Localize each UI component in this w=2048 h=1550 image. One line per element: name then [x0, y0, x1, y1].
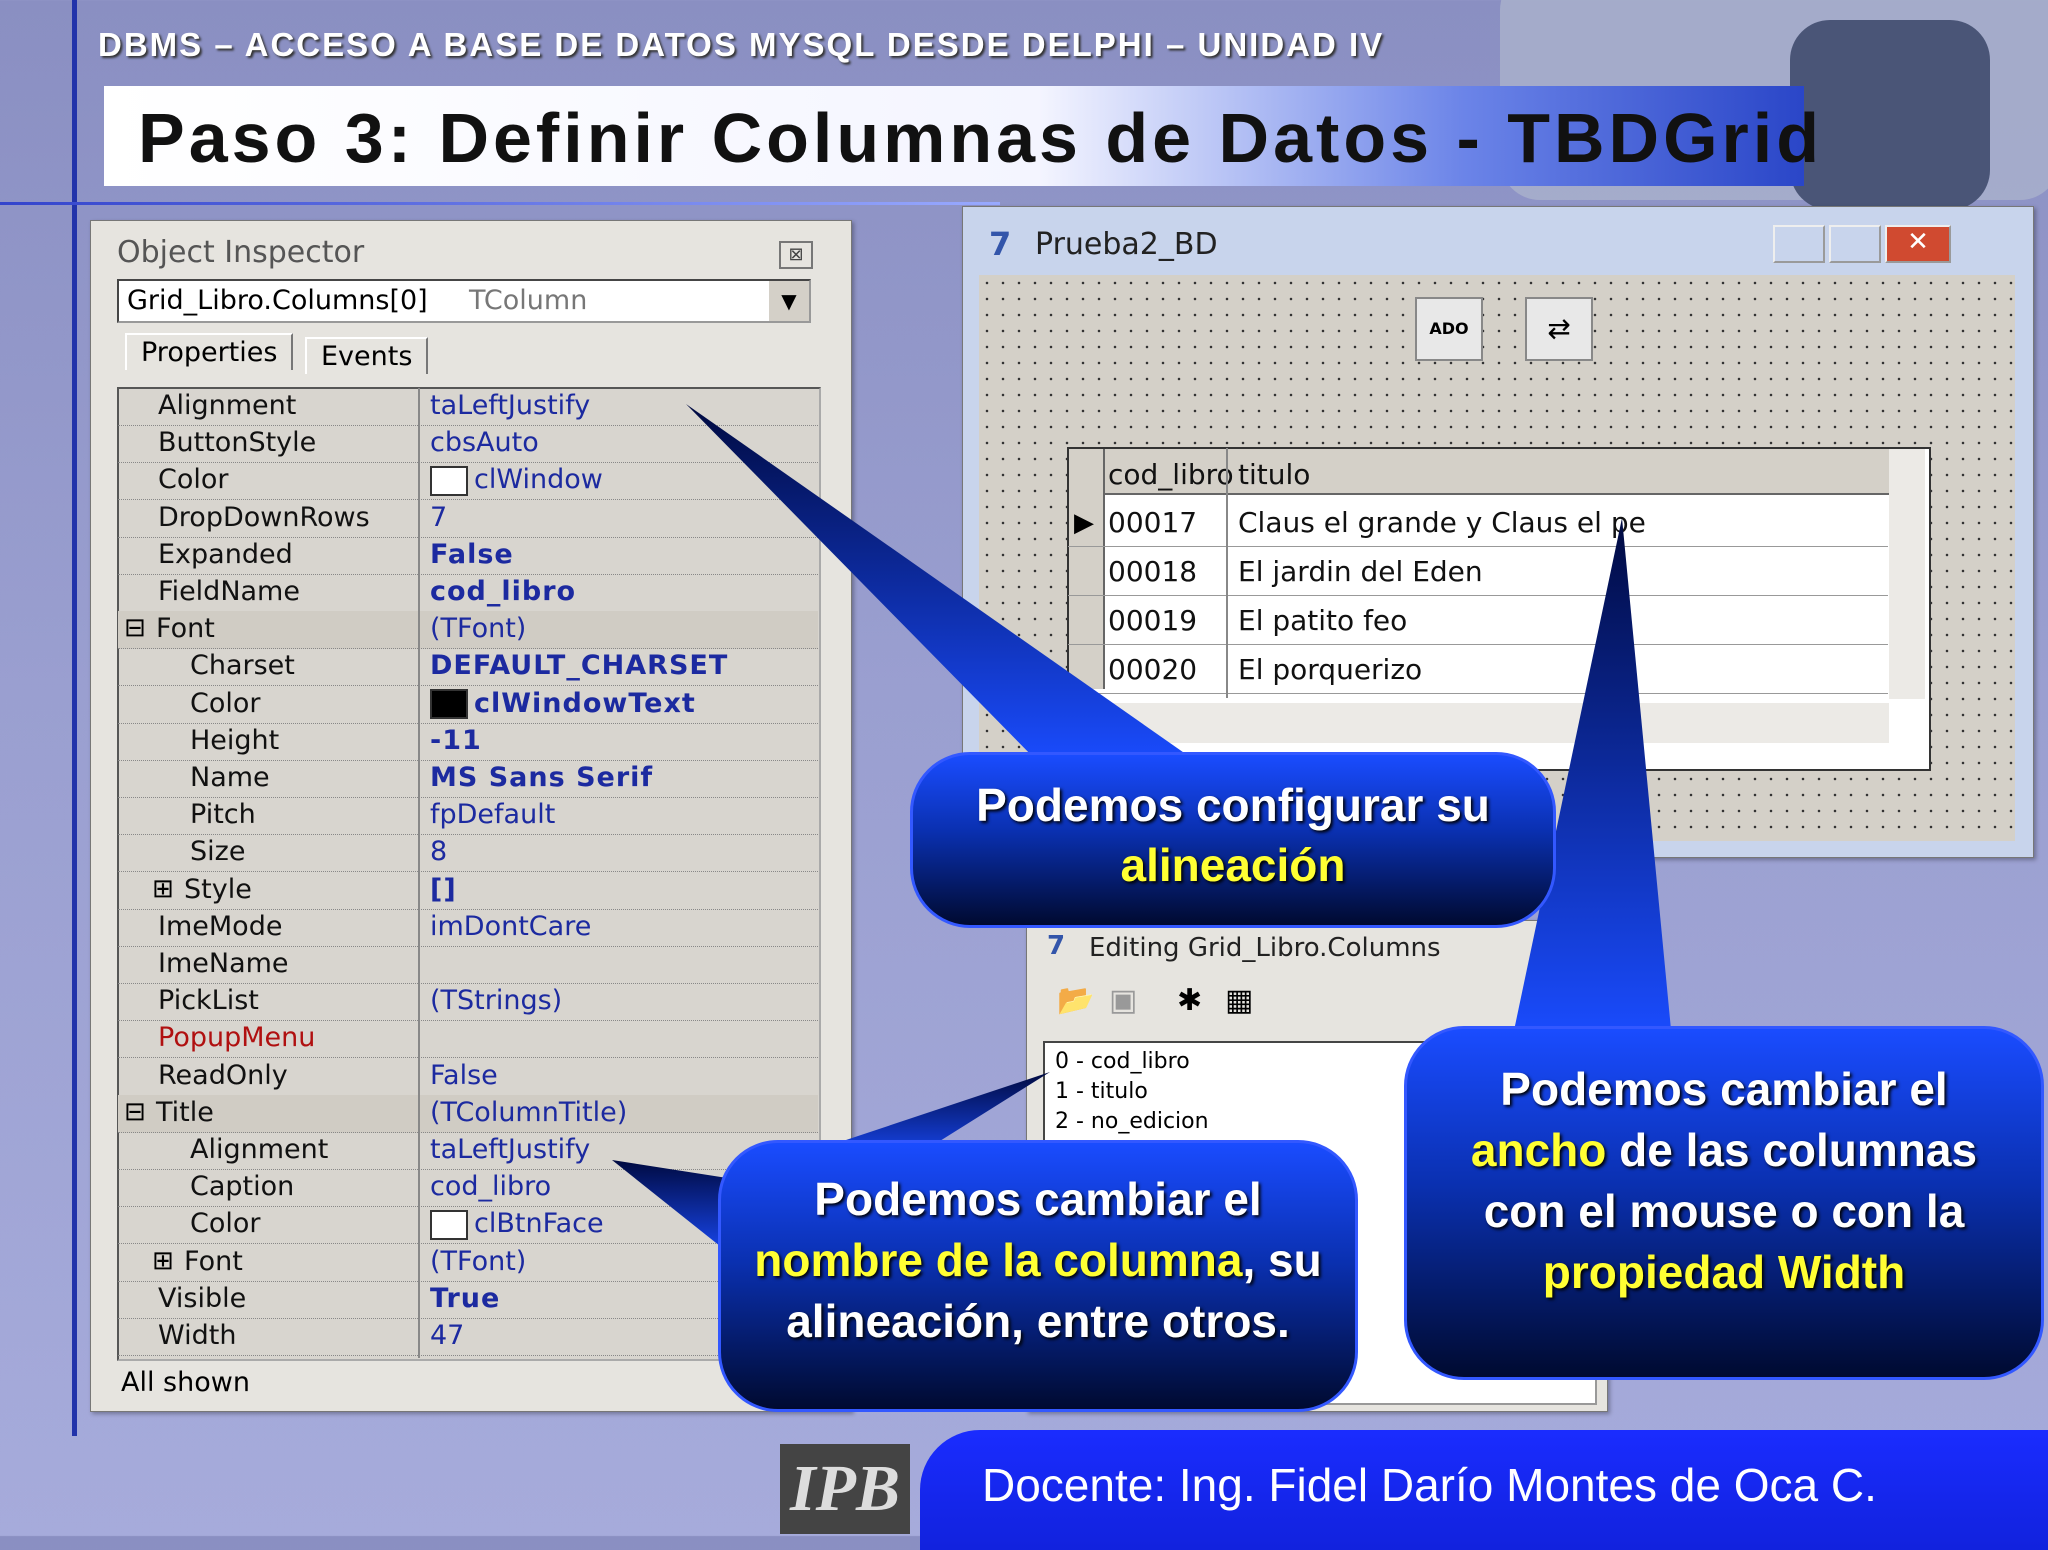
callout-highlight: nombre de la columna [754, 1234, 1243, 1286]
ipb-logo: IPB [780, 1444, 910, 1534]
callout-highlight: propiedad Width [1542, 1246, 1906, 1298]
callout-highlight: ancho [1470, 1124, 1607, 1176]
column-name-callout: Podemos cambiar el nombre de la columna,… [718, 1140, 1358, 1412]
alignment-callout: Podemos configurar su alineación [910, 752, 1556, 928]
callout-text: Podemos cambiar el [814, 1173, 1262, 1225]
callout-highlight: alineación [1120, 839, 1346, 891]
docente-credit: Docente: Ing. Fidel Darío Montes de Oca … [982, 1459, 1877, 1511]
align-callout-tail [686, 404, 1200, 764]
callout-text: Podemos cambiar el [1500, 1063, 1948, 1115]
callout-text: Podemos configurar su [976, 779, 1490, 831]
column-width-callout: Podemos cambiar el ancho de las columnas… [1404, 1026, 2044, 1380]
